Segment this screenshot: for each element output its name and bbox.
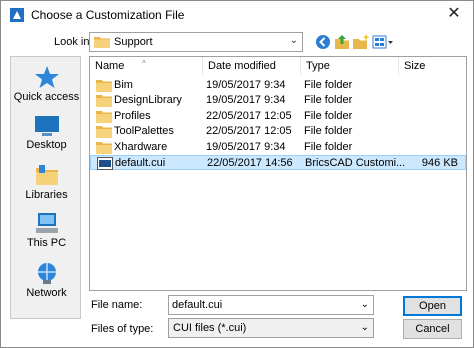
network-icon [37, 263, 56, 284]
folder-icon [96, 126, 112, 139]
place-desktop[interactable]: Desktop [11, 115, 82, 151]
view-menu-icon[interactable] [372, 33, 394, 51]
libraries-icon [35, 165, 58, 185]
file-type-cell: File folder [304, 94, 353, 107]
place-libraries[interactable]: Libraries [11, 163, 82, 201]
title-bar[interactable]: Choose a Customization File ✕ [1, 1, 473, 29]
file-date-cell: 22/05/2017 12:05 [206, 125, 292, 138]
folder-icon [96, 95, 112, 108]
look-in-label: Look in: [54, 36, 93, 48]
chevron-down-icon[interactable]: ⌄ [361, 299, 369, 310]
chevron-down-icon: ⌄ [289, 35, 298, 46]
place-network[interactable]: Network [11, 261, 82, 299]
dialog-window: Choose a Customization File ✕ Look in: S… [0, 0, 474, 348]
cancel-button[interactable]: Cancel [403, 319, 462, 339]
file-size-cell: 946 KB [421, 157, 458, 169]
file-name-combo[interactable]: ⌄ [168, 295, 374, 315]
chevron-down-icon: ⌄ [360, 322, 369, 333]
window-title: Choose a Customization File [31, 8, 185, 22]
column-header-date[interactable]: Date modified [203, 57, 301, 75]
back-icon[interactable] [314, 33, 332, 51]
look-in-dropdown[interactable]: Support ⌄ [89, 32, 303, 52]
column-header-name[interactable]: Name ^ [90, 57, 203, 75]
place-label: This PC [26, 237, 67, 249]
column-header-label: Size [404, 60, 426, 72]
column-header-type[interactable]: Type [301, 57, 399, 75]
column-header-label: Date modified [208, 60, 276, 72]
place-label: Quick access [13, 91, 80, 103]
file-type-label: Files of type: [91, 323, 154, 335]
file-name-cell: Profiles [114, 109, 151, 122]
star-icon [34, 66, 59, 88]
file-list[interactable]: Name ^ Date modified Type Size Bim 19/05/… [89, 56, 467, 291]
desktop-icon [34, 116, 59, 136]
place-label: Libraries [25, 189, 68, 201]
file-type-value: CUI files (*.cui) [173, 322, 247, 334]
folder-icon [96, 80, 112, 92]
file-date-cell: 22/05/2017 14:56 [207, 157, 293, 169]
file-name-cell: default.cui [115, 157, 166, 169]
bricscad-app-icon [10, 8, 24, 22]
file-name-cell: DesignLibrary [114, 94, 182, 107]
file-row[interactable]: ToolPalettes 22/05/2017 12:05 File folder [90, 124, 466, 139]
file-name-label: File name: [91, 299, 143, 311]
file-date-cell: 22/05/2017 12:05 [206, 109, 292, 122]
file-name-cell: ToolPalettes [114, 125, 174, 138]
file-date-cell: 19/05/2017 9:34 [206, 94, 286, 107]
file-row[interactable]: Bim 19/05/2017 9:34 File folder [90, 78, 466, 93]
file-row[interactable]: DesignLibrary 19/05/2017 9:34 File folder [90, 93, 466, 108]
file-date-cell: 19/05/2017 9:34 [206, 140, 286, 153]
file-type-cell: File folder [304, 125, 353, 138]
cui-file-icon [97, 157, 113, 170]
folder-icon [96, 110, 112, 123]
place-this-pc[interactable]: This PC [11, 211, 82, 249]
file-row[interactable]: Profiles 22/05/2017 12:05 File folder [90, 109, 466, 124]
up-folder-icon[interactable] [333, 33, 351, 51]
file-type-cell: BricsCAD Customi... [305, 157, 406, 169]
column-header-label: Type [306, 60, 330, 72]
close-button[interactable]: ✕ [441, 5, 467, 25]
file-row[interactable]: default.cui 22/05/2017 14:56 BricsCAD Cust… [90, 155, 466, 170]
look-in-value: Support [114, 36, 153, 48]
place-label: Desktop [26, 139, 67, 151]
computer-icon [35, 213, 58, 233]
column-header-label: Name [95, 60, 125, 72]
folder-icon [96, 141, 112, 154]
open-button[interactable]: Open [403, 296, 462, 316]
file-date-cell: 19/05/2017 9:34 [206, 79, 286, 91]
file-row[interactable]: Xhardware 19/05/2017 9:34 File folder [90, 140, 466, 155]
new-folder-icon[interactable] [352, 33, 370, 51]
sort-ascending-icon: ^ [142, 59, 146, 68]
file-type-cell: File folder [304, 109, 353, 122]
places-bar: Quick access Desktop Libraries This PC N… [10, 56, 81, 319]
file-type-dropdown[interactable]: CUI files (*.cui) ⌄ [168, 318, 374, 338]
column-header-size[interactable]: Size [399, 57, 466, 75]
file-name-cell: Bim [114, 79, 133, 91]
file-type-cell: File folder [304, 140, 353, 153]
place-quick-access[interactable]: Quick access [11, 65, 82, 103]
file-type-cell: File folder [304, 79, 353, 91]
folder-icon [94, 37, 110, 48]
file-name-cell: Xhardware [114, 140, 168, 153]
place-label: Network [26, 287, 67, 299]
file-name-input[interactable] [172, 298, 352, 312]
